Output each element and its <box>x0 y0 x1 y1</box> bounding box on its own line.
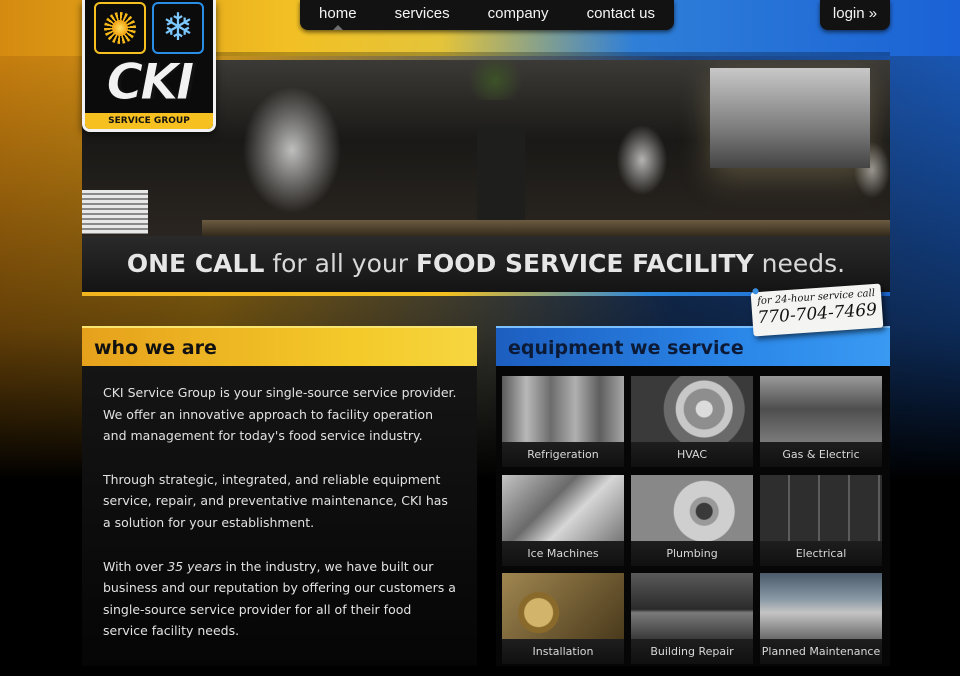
tagline-banner: ONE CALL for all your FOOD SERVICE FACIL… <box>82 236 890 296</box>
phone-note[interactable]: for 24-hour service call 770-704-7469 <box>750 283 884 337</box>
tile-installation[interactable]: Installation <box>502 573 624 665</box>
who-paragraph-1: CKI Service Group is your single-source … <box>103 385 457 444</box>
tile-label: Building Repair <box>631 639 753 665</box>
planned-maintenance-image <box>760 573 882 640</box>
who-paragraph-2: Through strategic, integrated, and relia… <box>103 471 448 530</box>
tile-label: Planned Maintenance <box>760 639 882 665</box>
tile-electrical[interactable]: Electrical <box>760 474 882 566</box>
logo-subtitle: SERVICE GROUP <box>85 113 213 129</box>
tile-planned-maintenance[interactable]: Planned Maintenance <box>760 573 882 665</box>
login-button[interactable]: login » <box>820 0 890 30</box>
tile-ice-machines[interactable]: Ice Machines <box>502 474 624 566</box>
tile-label: Electrical <box>760 540 882 566</box>
snowflake-icon: ❄ <box>152 2 204 54</box>
who-paragraph-3: With over 35 years in the industry, we h… <box>103 556 457 642</box>
tile-hvac[interactable]: HVAC <box>631 376 753 467</box>
tagline-facility: FOOD SERVICE FACILITY <box>415 249 754 278</box>
cki-logo[interactable]: ❄ CKI SERVICE GROUP <box>82 0 216 132</box>
tile-label: Installation <box>502 639 624 665</box>
gas-electric-image <box>760 376 882 442</box>
hero-hood <box>710 68 870 168</box>
who-p3-start: With over <box>103 558 168 574</box>
equipment-title: equipment we service <box>508 337 744 359</box>
tile-label: Refrigeration <box>502 442 624 467</box>
who-we-are-body: CKI Service Group is your single-source … <box>82 366 477 666</box>
nav-contact-us[interactable]: contact us <box>583 0 659 30</box>
main-nav: home services company contact us <box>300 0 674 30</box>
tile-label: Plumbing <box>631 540 753 566</box>
who-p3-years: 35 years <box>167 558 222 574</box>
nav-home[interactable]: home <box>315 0 361 30</box>
tile-label: Ice Machines <box>502 540 624 566</box>
sun-icon <box>94 2 146 54</box>
nav-company[interactable]: company <box>484 0 553 30</box>
nav-services[interactable]: services <box>391 0 454 30</box>
logo-wordmark: CKI <box>106 53 195 111</box>
hvac-image <box>631 376 753 442</box>
who-we-are-header: who we are <box>82 326 477 366</box>
installation-image <box>502 573 624 640</box>
equipment-grid: Refrigeration HVAC Gas & Electric Ice Ma… <box>496 366 890 666</box>
tagline-mid: for all your <box>264 249 416 278</box>
hero-plates <box>82 190 148 234</box>
plumbing-image <box>631 474 753 541</box>
ice-machines-image <box>502 474 624 541</box>
equipment-header: equipment we service <box>496 326 890 366</box>
building-repair-image <box>631 573 753 640</box>
hero-plant <box>462 60 528 100</box>
who-we-are-title: who we are <box>94 337 217 359</box>
tile-plumbing[interactable]: Plumbing <box>631 474 753 566</box>
tile-refrigeration[interactable]: Refrigeration <box>502 376 624 467</box>
tagline-one-call: ONE CALL <box>126 249 265 278</box>
tile-label: Gas & Electric <box>760 442 882 467</box>
tile-label: HVAC <box>631 442 753 467</box>
tile-gas-electric[interactable]: Gas & Electric <box>760 376 882 467</box>
refrigeration-image <box>502 376 624 442</box>
electrical-image <box>760 474 882 541</box>
tile-building-repair[interactable]: Building Repair <box>631 573 753 665</box>
tagline-end: needs. <box>753 249 846 278</box>
